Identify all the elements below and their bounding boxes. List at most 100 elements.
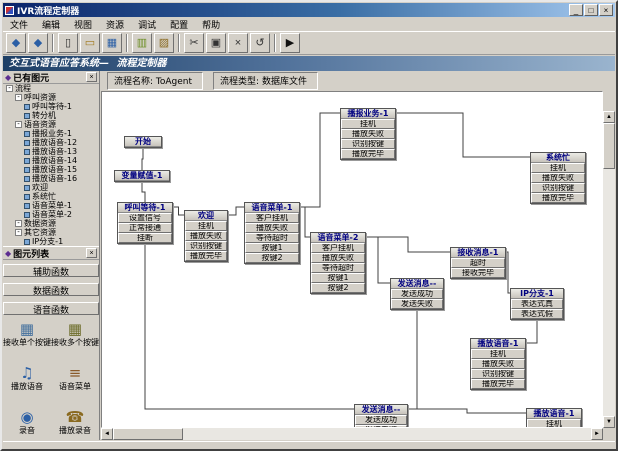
- node-event[interactable]: 客户挂机: [311, 243, 365, 253]
- node-event[interactable]: 播放失败: [185, 231, 227, 241]
- node-event[interactable]: 识别按键: [471, 369, 525, 379]
- scroll-down-icon[interactable]: ▼: [603, 416, 615, 428]
- node-event[interactable]: 表达式假: [511, 309, 563, 319]
- node-title[interactable]: 语音菜单-1: [245, 203, 299, 213]
- node-title[interactable]: 呼叫等待-1: [118, 203, 172, 213]
- flow-node[interactable]: 呼叫等待-1设置信号正常接通挂断: [117, 202, 173, 244]
- node-event[interactable]: 识别按键: [185, 241, 227, 251]
- scroll-left-icon[interactable]: ◄: [101, 428, 113, 440]
- menu-item[interactable]: 帮助: [195, 17, 227, 32]
- node-event[interactable]: 挂机: [471, 349, 525, 359]
- flow-node[interactable]: 发送消息--发送成功发送失败: [390, 278, 444, 310]
- palette-item[interactable]: ▦接收多个按键: [51, 317, 99, 361]
- node-event[interactable]: 按键2: [311, 283, 365, 293]
- flow-node[interactable]: 语音菜单-1客户挂机播放失败等待超时按键1按键2: [244, 202, 300, 264]
- tree-expand-icon[interactable]: -: [15, 94, 22, 101]
- node-event[interactable]: 挂机: [341, 119, 395, 129]
- run-icon[interactable]: ▶: [280, 33, 300, 53]
- tree-item[interactable]: IP分支-1: [3, 237, 99, 246]
- node-title[interactable]: 发送消息--: [391, 279, 443, 289]
- node-title[interactable]: 播放语音-1: [527, 409, 581, 419]
- node-event[interactable]: 客户挂机: [245, 213, 299, 223]
- node-event[interactable]: 播放失败: [341, 129, 395, 139]
- menu-item[interactable]: 文件: [3, 17, 35, 32]
- flow-node[interactable]: 发送消息--发送成功发送失败: [354, 404, 408, 428]
- vertical-scroll-thumb[interactable]: [603, 123, 615, 169]
- node-event[interactable]: 等待超时: [245, 233, 299, 243]
- delete-icon[interactable]: ×: [228, 33, 248, 53]
- category-button[interactable]: 语音函数: [3, 302, 99, 315]
- node-event[interactable]: 等待超时: [311, 263, 365, 273]
- panel-close-icon[interactable]: ×: [86, 72, 97, 82]
- node-title[interactable]: IP分支-1: [511, 289, 563, 299]
- flow-node[interactable]: 播放语音-1挂机播放失败识别按键播放完毕: [526, 408, 582, 428]
- save-icon[interactable]: ▦: [102, 33, 122, 53]
- vertical-scrollbar[interactable]: ▲ ▼: [603, 111, 615, 428]
- node-event[interactable]: 挂断: [118, 233, 172, 243]
- flow-node[interactable]: 系统忙挂机播放失败识别按键播放完毕: [530, 152, 586, 204]
- horizontal-scroll-thumb[interactable]: [113, 428, 183, 440]
- node-title[interactable]: 系统忙: [531, 153, 585, 163]
- minimize-button[interactable]: _: [569, 4, 583, 16]
- node-event[interactable]: 播放失败: [245, 223, 299, 233]
- node-event[interactable]: 发送成功: [391, 289, 443, 299]
- node-title[interactable]: 开始: [125, 137, 161, 147]
- flow-node[interactable]: 语音菜单-2客户挂机播放失败等待超时按键1按键2: [310, 232, 366, 294]
- maximize-button[interactable]: □: [584, 4, 598, 16]
- node-title[interactable]: 语音菜单-2: [311, 233, 365, 243]
- flow-node[interactable]: 播放语音-1挂机播放失败识别按键播放完毕: [470, 338, 526, 390]
- node-title[interactable]: 播报业务-1: [341, 109, 395, 119]
- new-file-icon[interactable]: ▯: [58, 33, 78, 53]
- menu-item[interactable]: 配置: [163, 17, 195, 32]
- node-event[interactable]: 按键2: [245, 253, 299, 263]
- node-title[interactable]: 播放语音-1: [471, 339, 525, 349]
- node-event[interactable]: 按键1: [245, 243, 299, 253]
- node-event[interactable]: 发送成功: [355, 415, 407, 425]
- menu-item[interactable]: 视图: [67, 17, 99, 32]
- close-button[interactable]: ×: [599, 4, 613, 16]
- flow-node[interactable]: 变量赋值-1: [114, 170, 170, 182]
- menu-item[interactable]: 编辑: [35, 17, 67, 32]
- node-event[interactable]: 发送失败: [391, 299, 443, 309]
- tree-expand-icon[interactable]: -: [15, 220, 22, 227]
- title-bar[interactable]: IVR流程定制器 _ □ ×: [3, 3, 615, 17]
- tree-expand-icon[interactable]: -: [6, 85, 13, 92]
- tree-item-label[interactable]: IP分支-1: [32, 236, 63, 246]
- node-event[interactable]: 播放失败: [311, 253, 365, 263]
- cut-icon[interactable]: ✂: [184, 33, 204, 53]
- flow-node[interactable]: 播报业务-1挂机播放失败识别按键播放完毕: [340, 108, 396, 160]
- flow-node[interactable]: 欢迎挂机播放失败识别按键播放完毕: [184, 210, 228, 262]
- tree-item[interactable]: 播放语音-16: [3, 174, 99, 183]
- table-icon[interactable]: ▨: [154, 33, 174, 53]
- node-event[interactable]: 设置信号: [118, 213, 172, 223]
- category-button[interactable]: 辅助函数: [3, 264, 99, 277]
- node-event[interactable]: 正常接通: [118, 223, 172, 233]
- node-title[interactable]: 欢迎: [185, 211, 227, 221]
- category-button[interactable]: 数据函数: [3, 283, 99, 296]
- horizontal-scrollbar[interactable]: ◄ ►: [101, 428, 603, 440]
- open-folder-icon[interactable]: ▭: [80, 33, 100, 53]
- node-event[interactable]: 接收完毕: [451, 268, 505, 278]
- node-event[interactable]: 挂机: [527, 419, 581, 428]
- node-event[interactable]: 播放完毕: [341, 149, 395, 159]
- node-event[interactable]: 挂机: [531, 163, 585, 173]
- flow-node[interactable]: IP分支-1表达式真表达式假: [510, 288, 564, 320]
- grid-icon[interactable]: ▥: [132, 33, 152, 53]
- node-event[interactable]: 播放完毕: [471, 379, 525, 389]
- menu-item[interactable]: 调试: [131, 17, 163, 32]
- menu-item[interactable]: 资源: [99, 17, 131, 32]
- node-title[interactable]: 变量赋值-1: [115, 171, 169, 181]
- panel-close-icon[interactable]: ×: [86, 248, 97, 258]
- flow-node[interactable]: 开始: [124, 136, 162, 148]
- node-event[interactable]: 播放完毕: [531, 193, 585, 203]
- node-event[interactable]: 播放失败: [471, 359, 525, 369]
- scroll-up-icon[interactable]: ▲: [603, 111, 615, 123]
- node-event[interactable]: 挂机: [185, 221, 227, 231]
- node-event[interactable]: 播放失败: [531, 173, 585, 183]
- node-event[interactable]: 播放完毕: [185, 251, 227, 261]
- node-event[interactable]: 超时: [451, 258, 505, 268]
- copy-icon[interactable]: ▣: [206, 33, 226, 53]
- tree-expand-icon[interactable]: -: [15, 229, 22, 236]
- palette-item[interactable]: ♫播放语音: [3, 361, 51, 405]
- nav-forward-icon[interactable]: ◆: [28, 33, 48, 53]
